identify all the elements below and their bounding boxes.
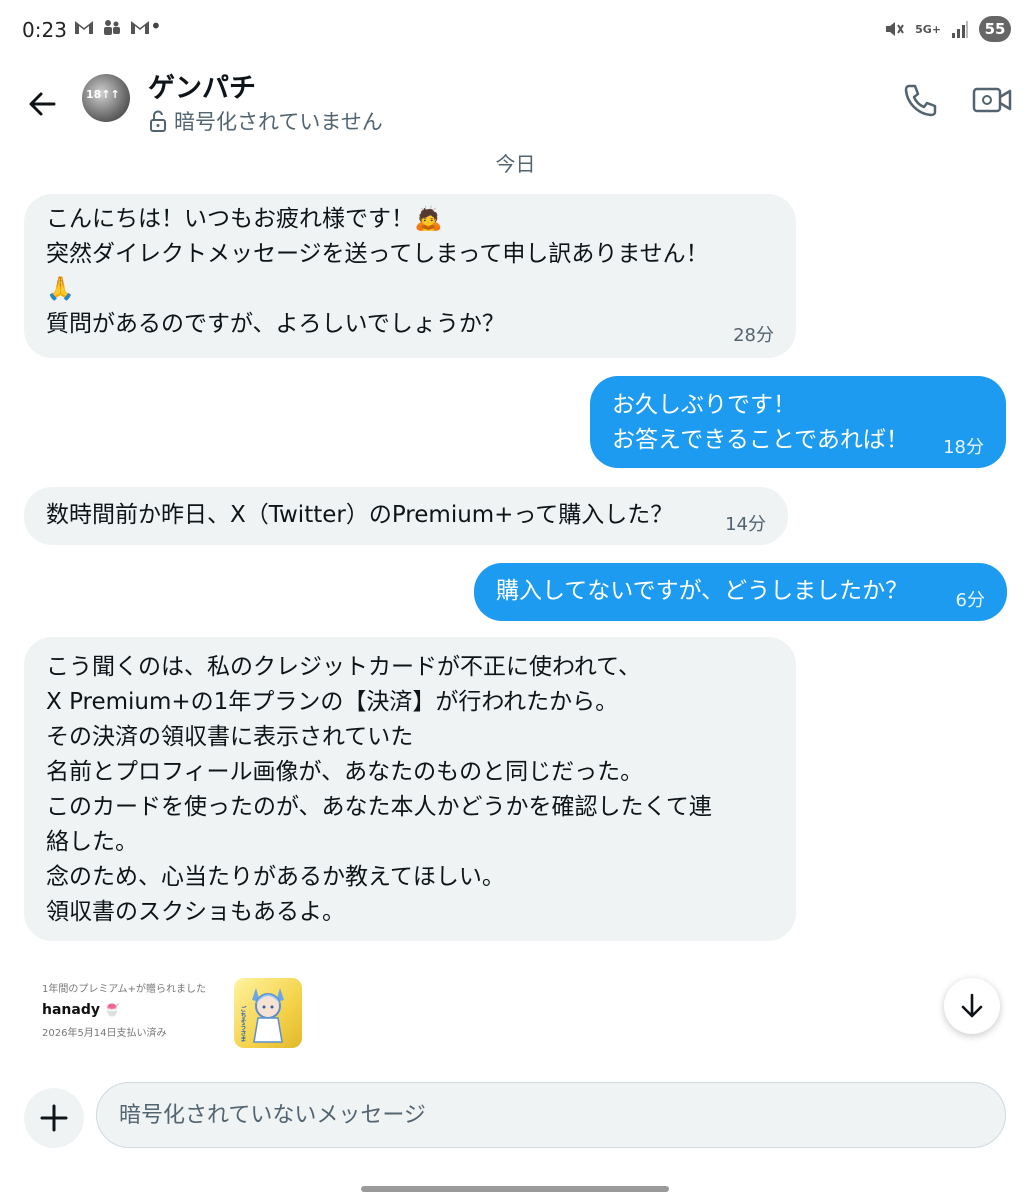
message-bubble-incoming[interactable]: 数時間前か昨日、X（Twitter）のPremium+って購入した？ 14分 (24, 487, 788, 545)
thumb-text: ごちそうさま (239, 1006, 246, 1042)
message-text: お久しぶりです！ (612, 392, 796, 418)
encryption-status: 暗号化されていません (148, 106, 383, 136)
message-bubble-incoming[interactable]: こんにちは！いつもお疲れ様です！🙇 突然ダイレクトメッセージを送ってしまって申し… (24, 194, 796, 358)
message-bubble-outgoing[interactable]: 購入してないですが、どうしましたか？ 6分 (474, 563, 1007, 621)
mute-icon (886, 22, 904, 36)
message-text: X Premium+の1年プランの【決済】が行われたから。 (46, 689, 619, 715)
encryption-status-text: 暗号化されていません (174, 110, 383, 134)
add-attachment-button[interactable] (24, 1088, 84, 1148)
message-text: 絡した。 (46, 829, 138, 855)
receipt-date: 2026年5月14日支払い済み (42, 1028, 167, 1039)
receipt-profile-thumbnail: ごちそうさま (234, 978, 302, 1048)
message-bubble-outgoing[interactable]: お久しぶりです！ お答えできることであれば！ 18分 (590, 376, 1006, 468)
message-text: 突然ダイレクトメッセージを送ってしまって申し訳ありません！ (46, 241, 709, 267)
message-text: 🙏 (46, 276, 75, 302)
status-right: 5G+ 55 (883, 16, 1011, 42)
plus-icon (40, 1104, 68, 1132)
message-text: 質問があるのですが、よろしいでしょうか？ (46, 311, 505, 337)
signal-icon (952, 21, 968, 38)
more-notifications-dot: • (150, 14, 162, 38)
message-text: 購入してないですが、どうしましたか？ (496, 578, 909, 604)
message-text: お答えできることであれば！ (612, 427, 909, 453)
receipt-emoji: 🍧 (104, 1003, 120, 1017)
receipt-image-attachment[interactable]: 1年間のプレミアム+が贈られました hanady 🍧 2026年5月14日支払い… (30, 960, 320, 1065)
scroll-to-bottom-button[interactable] (944, 978, 1000, 1034)
notification-icons (74, 18, 150, 40)
message-text: 領収書のスクショもあるよ。 (46, 899, 345, 925)
arrow-down-icon (961, 993, 983, 1018)
video-call-button[interactable] (970, 80, 1014, 120)
conversation-header: 18↑↑ ゲンパチ 暗号化されていません (0, 62, 1031, 142)
message-text: 名前とプロフィール画像が、あなたのものと同じだった。 (46, 759, 644, 785)
receipt-name-text: hanady (42, 1002, 100, 1018)
status-bar: 0:23 • 5G+ 55 (0, 0, 1031, 60)
gmail-icon (75, 21, 93, 34)
message-time: 28分 (733, 325, 774, 346)
avatar-text: 18↑↑ (86, 88, 120, 101)
message-time: 18分 (943, 437, 984, 458)
receipt-recipient: hanady 🍧 (42, 1002, 120, 1018)
date-separator: 今日 (495, 152, 536, 176)
message-composer (0, 1080, 1031, 1160)
status-time: 0:23 (22, 18, 67, 42)
teams-icon (104, 20, 121, 35)
message-text: こう聞くのは、私のクレジットカードが不正に使われて、 (46, 654, 642, 680)
back-button[interactable] (22, 84, 62, 124)
network-label: 5G+ (915, 22, 941, 36)
battery-indicator: 55 (979, 16, 1011, 42)
contact-name[interactable]: ゲンパチ (148, 66, 256, 105)
gmail-icon (131, 21, 150, 34)
arrow-left-icon (29, 92, 56, 116)
message-text: こんにちは！いつもお疲れ様です！🙇 (46, 206, 443, 232)
unlock-icon (150, 110, 166, 132)
voice-call-button[interactable] (900, 80, 940, 120)
message-time: 14分 (725, 514, 766, 535)
message-bubble-incoming[interactable]: こう聞くのは、私のクレジットカードが不正に使われて、 X Premium+の1年… (24, 637, 796, 941)
message-text: このカードを使ったのが、あなた本人かどうかを確認したくて連 (46, 794, 712, 820)
message-input[interactable] (96, 1082, 1006, 1148)
avatar[interactable]: 18↑↑ (82, 74, 130, 122)
video-camera-icon (972, 87, 1012, 113)
message-text: その決済の領収書に表示されていた (46, 724, 414, 750)
receipt-caption: 1年間のプレミアム+が贈られました (42, 984, 207, 995)
message-text: 数時間前か昨日、X（Twitter）のPremium+って購入した？ (46, 502, 674, 528)
phone-icon (904, 84, 937, 117)
message-time: 6分 (955, 590, 985, 611)
message-text: 念のため、心当たりがあるか教えてほしい。 (46, 864, 505, 890)
home-indicator[interactable] (361, 1186, 669, 1192)
